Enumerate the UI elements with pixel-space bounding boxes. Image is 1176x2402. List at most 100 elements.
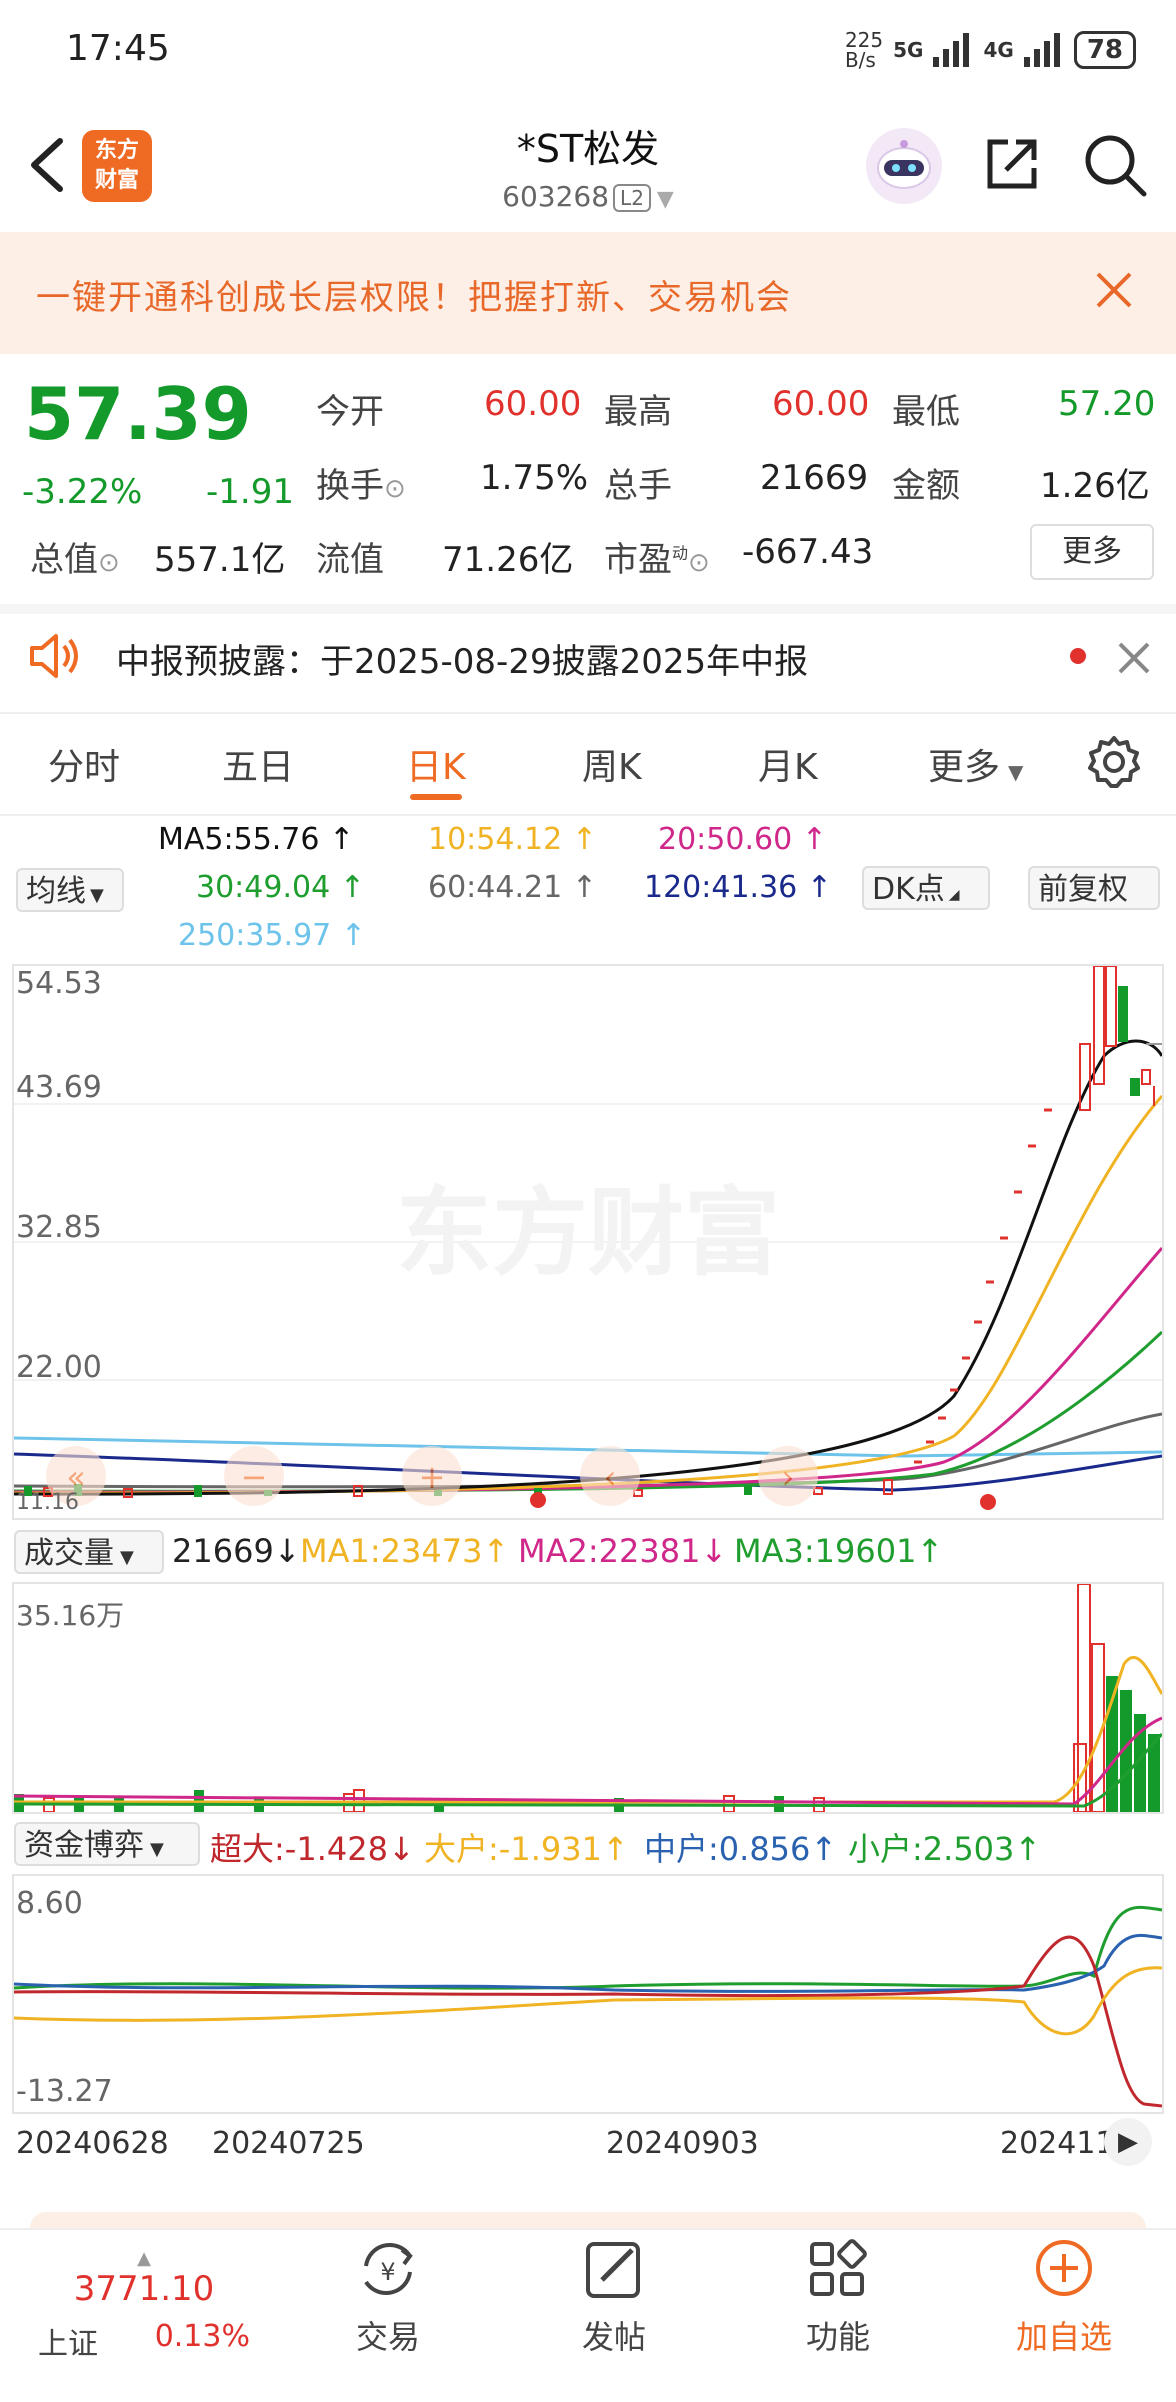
tab-intraday[interactable]: 分时 bbox=[48, 738, 120, 790]
index-ticker[interactable]: ▲ 3771.10 上证 0.13% bbox=[24, 2248, 264, 2363]
y-tick: 54.53 bbox=[16, 966, 102, 1001]
dk-marker bbox=[980, 1494, 996, 1510]
tab-more[interactable]: 更多 ▼ bbox=[928, 738, 1023, 790]
volume-value: 21669↓ bbox=[172, 1532, 301, 1570]
volume-value: 21669 bbox=[760, 458, 869, 498]
y-tick: 22.00 bbox=[16, 1350, 102, 1385]
capital-super: 超大:-1.428↓ bbox=[210, 1830, 415, 1868]
ma10-value: 10:54.12 ↑ bbox=[428, 822, 597, 857]
amount-label: 金额 bbox=[892, 466, 960, 506]
last-price: 57.39 bbox=[24, 372, 252, 456]
close-icon[interactable] bbox=[1116, 640, 1152, 676]
nav-trade[interactable]: ¥ 交易 bbox=[318, 2236, 458, 2358]
amount-value: 1.26亿 bbox=[1040, 466, 1150, 506]
add-circle-icon bbox=[1036, 2240, 1092, 2296]
float-value: 71.26亿 bbox=[442, 540, 574, 580]
open-label: 今开 bbox=[316, 392, 384, 432]
notice-text[interactable]: 中报预披露：于2025-08-29披露2025年中报 bbox=[116, 634, 808, 683]
ma60-value: 60:44.21 ↑ bbox=[428, 870, 597, 905]
svg-text:¥: ¥ bbox=[380, 2258, 395, 2286]
volume-ma2: MA2:22381↓ bbox=[518, 1532, 728, 1570]
network-4g: 4G bbox=[983, 38, 1014, 62]
speaker-icon bbox=[30, 634, 78, 678]
dk-point-selector[interactable]: DK点 ◢ bbox=[862, 866, 990, 910]
pe-label: 市盈动⊙ bbox=[604, 540, 710, 580]
gear-icon[interactable] bbox=[1086, 734, 1142, 790]
volume-ma1: MA1:23473↑ bbox=[300, 1532, 510, 1570]
tab-monthly-k[interactable]: 月K bbox=[758, 738, 818, 790]
ma30-value: 30:49.04 ↑ bbox=[196, 870, 365, 905]
y-tick: 43.69 bbox=[16, 1070, 102, 1105]
capital-small: 小户:2.503↑ bbox=[848, 1830, 1042, 1868]
volume-ma3: MA3:19601↑ bbox=[734, 1532, 944, 1570]
chevron-down-icon: ▼ bbox=[1008, 760, 1024, 784]
status-time: 17:45 bbox=[66, 28, 170, 69]
edit-icon bbox=[586, 2242, 640, 2298]
chevron-down-icon: ▼ bbox=[656, 187, 674, 212]
y-tick: 32.85 bbox=[16, 1210, 102, 1245]
signal-icon bbox=[1023, 33, 1060, 67]
chevron-down-icon: ▼ bbox=[120, 1547, 134, 1568]
bottom-strip bbox=[30, 2212, 1146, 2228]
ma5-value: MA5:55.76 ↑ bbox=[158, 822, 355, 857]
nav-add-watchlist[interactable]: 加自选 bbox=[994, 2236, 1134, 2358]
change-percent: -3.22% bbox=[22, 472, 143, 512]
mktcap-value: 557.1亿 bbox=[154, 540, 286, 580]
mktcap-label: 总值⊙ bbox=[30, 540, 120, 580]
pe-value: -667.43 bbox=[742, 532, 874, 572]
volume-label: 总手 bbox=[604, 466, 672, 506]
watermark: 东方财富 bbox=[396, 1177, 780, 1289]
ma250-value: 250:35.97 ↑ bbox=[178, 918, 366, 953]
float-label: 流值 bbox=[316, 540, 384, 580]
chevron-down-icon: ▼ bbox=[150, 1839, 164, 1860]
tab-weekly-k[interactable]: 周K bbox=[582, 738, 642, 790]
svg-text:›: › bbox=[782, 1458, 795, 1496]
ai-assistant-icon[interactable] bbox=[866, 128, 942, 204]
tab-five-day[interactable]: 五日 bbox=[222, 738, 294, 790]
chevron-up-icon: ▲ bbox=[137, 2248, 151, 2269]
status-indicators: 225 B/s 5G 4G 78 bbox=[845, 28, 1136, 72]
scroll-right-icon[interactable]: ▶ bbox=[1104, 2118, 1152, 2166]
ma120-value: 120:41.36 ↑ bbox=[644, 870, 832, 905]
open-value: 60.00 bbox=[484, 384, 582, 424]
volume-max-label: 35.16万 bbox=[16, 1599, 125, 1632]
ma-selector[interactable]: 均线 ▼ bbox=[16, 868, 124, 912]
svg-text:+: + bbox=[419, 1458, 446, 1496]
svg-text:−: − bbox=[241, 1458, 268, 1496]
share-icon[interactable] bbox=[982, 134, 1042, 194]
kline-chart[interactable]: 东方财富 « − + ‹ › bbox=[12, 964, 1164, 1520]
promo-banner-text[interactable]: 一键开通科创成长层权限！把握打新、交易机会 bbox=[36, 270, 792, 319]
info-icon[interactable]: ⊙ bbox=[688, 548, 710, 578]
active-tab-indicator bbox=[410, 794, 462, 800]
chevron-down-icon: ▼ bbox=[90, 885, 104, 906]
capital-chart[interactable] bbox=[12, 1874, 1164, 2114]
volume-chart[interactable] bbox=[12, 1582, 1164, 1814]
high-value: 60.00 bbox=[772, 384, 870, 424]
svg-text:‹: ‹ bbox=[604, 1458, 617, 1496]
nav-post[interactable]: 发帖 bbox=[544, 2236, 684, 2358]
low-value: 57.20 bbox=[1058, 384, 1156, 424]
dk-marker bbox=[530, 1492, 546, 1508]
tab-daily-k[interactable]: 日K bbox=[406, 738, 466, 790]
capital-y-top: 8.60 bbox=[16, 1886, 83, 1921]
info-icon[interactable]: ⊙ bbox=[384, 474, 406, 504]
capital-canvas bbox=[13, 1905, 1163, 2108]
search-icon[interactable] bbox=[1082, 132, 1148, 198]
close-icon[interactable] bbox=[1092, 268, 1136, 312]
index-name: 上证 bbox=[38, 2327, 98, 2362]
capital-indicator-selector[interactable]: 资金博弈 ▼ bbox=[14, 1822, 200, 1866]
y-tick: 11.16 bbox=[16, 1490, 79, 1515]
volume-indicator-selector[interactable]: 成交量 ▼ bbox=[14, 1530, 164, 1574]
unread-dot bbox=[1070, 648, 1086, 664]
network-speed: 225 B/s bbox=[844, 28, 884, 72]
date-tick: 20240903 bbox=[606, 2126, 759, 2161]
nav-functions[interactable]: 功能 bbox=[768, 2236, 908, 2358]
capital-big: 大户:-1.931↑ bbox=[424, 1830, 629, 1868]
battery-indicator: 78 bbox=[1073, 31, 1136, 69]
signal-icon bbox=[933, 33, 970, 67]
info-icon[interactable]: ⊙ bbox=[98, 548, 120, 578]
turnover-label: 换手⊙ bbox=[316, 466, 406, 506]
capital-y-bottom: -13.27 bbox=[16, 2074, 113, 2109]
adjust-selector[interactable]: 前复权 bbox=[1028, 866, 1160, 910]
more-quote-button[interactable]: 更多 bbox=[1030, 524, 1154, 580]
